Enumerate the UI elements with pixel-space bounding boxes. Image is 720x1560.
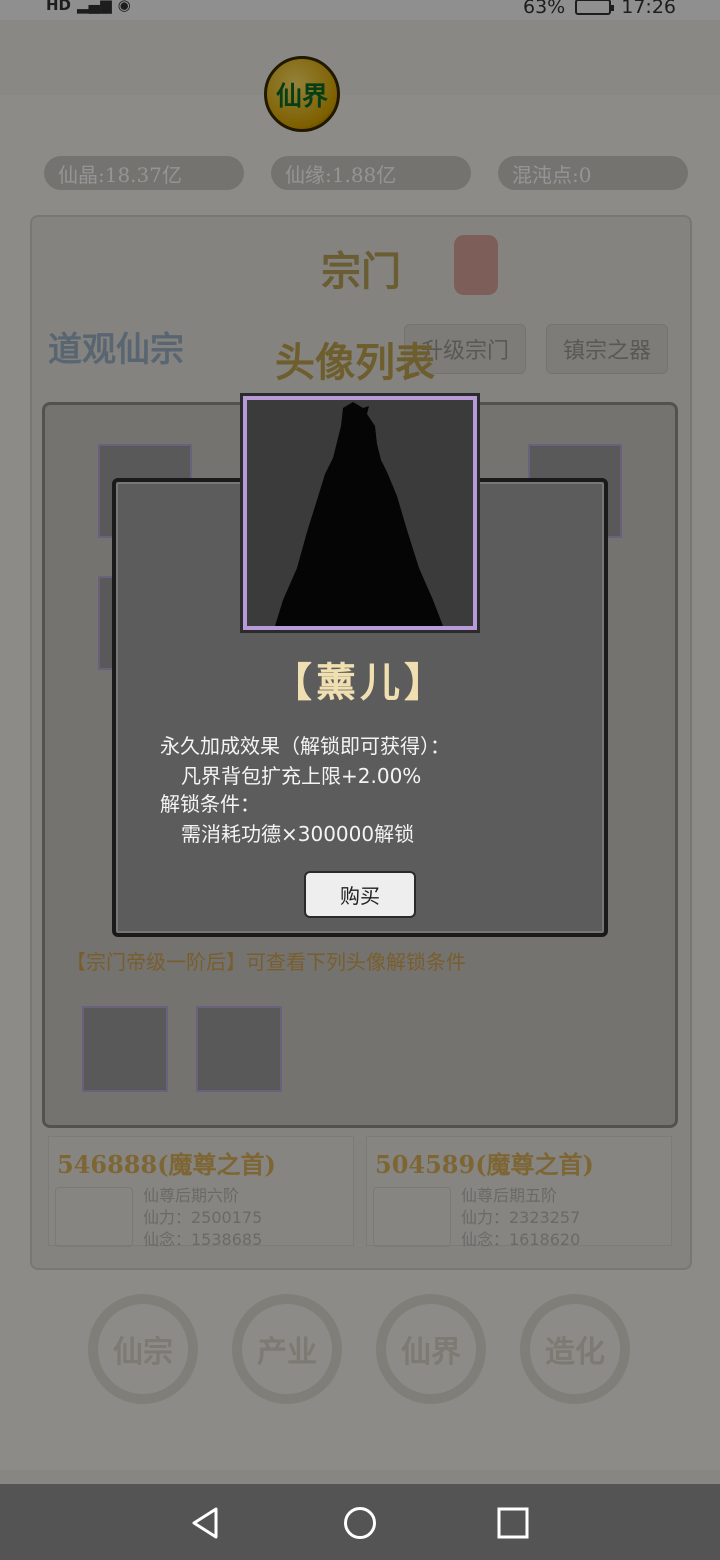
bonus-value: 凡界背包扩充上限+2.00% bbox=[181, 764, 422, 788]
bonus-heading: 永久加成效果（解锁即可获得）： bbox=[160, 734, 450, 758]
system-nav-bar bbox=[0, 1484, 720, 1560]
avatar-name: 【薰儿】 bbox=[272, 659, 448, 706]
home-icon[interactable] bbox=[343, 1506, 377, 1540]
recents-icon[interactable] bbox=[496, 1506, 530, 1540]
back-icon[interactable] bbox=[188, 1506, 222, 1540]
unlock-condition-heading: 解锁条件： bbox=[160, 792, 260, 816]
unlock-condition-value: 需消耗功德×300000解锁 bbox=[181, 822, 415, 846]
buy-button[interactable]: 购买 bbox=[304, 871, 416, 918]
avatar-portrait bbox=[240, 393, 480, 633]
silhouette-icon bbox=[247, 400, 473, 626]
